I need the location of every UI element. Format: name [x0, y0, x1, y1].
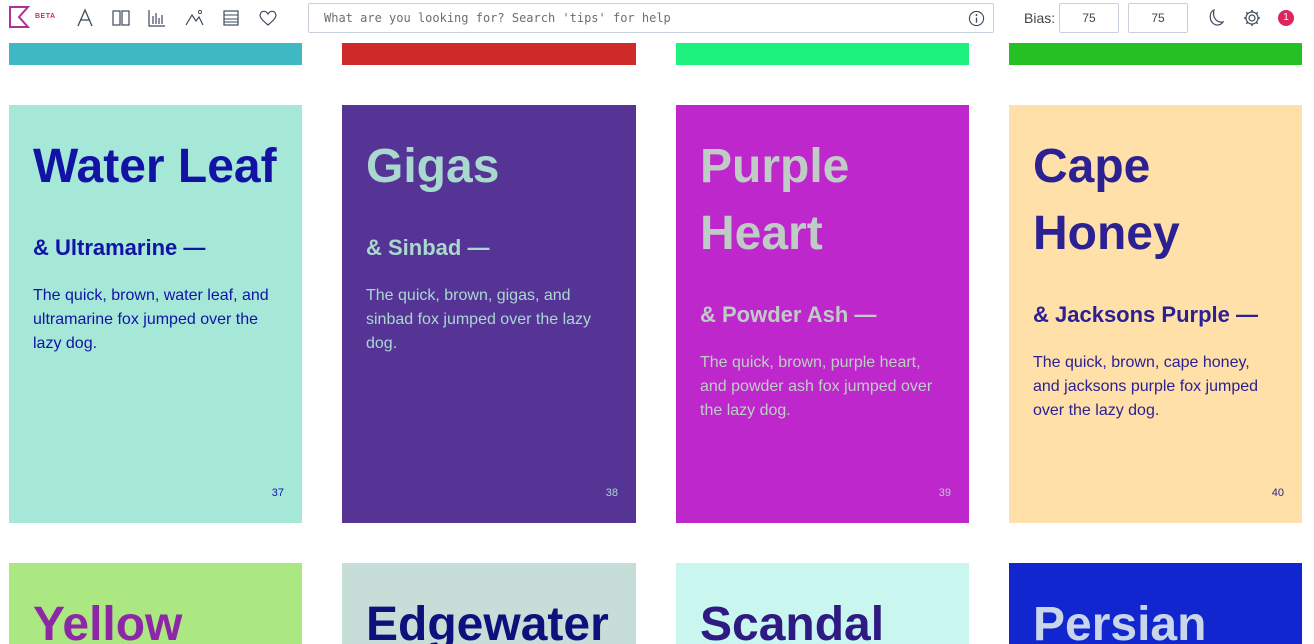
card-number: 39: [938, 487, 951, 499]
gear-icon[interactable]: [1242, 8, 1262, 28]
card-title: Scandal: [700, 598, 885, 644]
font-icon[interactable]: [74, 7, 96, 29]
card-body: The quick, brown, cape honey, and jackso…: [1033, 354, 1259, 419]
beta-badge: BETA: [35, 13, 56, 20]
palette-card[interactable]: Cape Honey & Jacksons Purple — The quick…: [1009, 105, 1302, 523]
card-title: Water Leaf: [33, 140, 277, 193]
moon-icon[interactable]: [1206, 8, 1226, 28]
palette-card[interactable]: Scandal: [676, 563, 969, 644]
card-title: Cape Honey: [1033, 140, 1180, 260]
info-icon[interactable]: [968, 10, 985, 27]
card-subtitle: & Sinbad —: [366, 235, 490, 260]
bias-input-2[interactable]: [1128, 3, 1188, 33]
top-toolbar: BETA Bias: 1: [0, 0, 1314, 36]
color-strip-1[interactable]: [9, 43, 302, 65]
color-strip-4[interactable]: [1009, 43, 1302, 65]
card-number: 37: [271, 487, 284, 499]
card-title: Purple Heart: [700, 140, 850, 260]
logo-icon[interactable]: [8, 6, 31, 28]
bias-label: Bias:: [1024, 10, 1056, 26]
card-title: Yellow: [33, 598, 183, 644]
image-icon[interactable]: [183, 7, 205, 29]
card-title: Persian: [1033, 598, 1207, 644]
columns-icon[interactable]: [110, 7, 132, 29]
palette-card[interactable]: Purple Heart & Powder Ash — The quick, b…: [676, 105, 969, 523]
card-body: The quick, brown, gigas, and sinbad fox …: [366, 287, 592, 352]
palette-card[interactable]: Persian: [1009, 563, 1302, 644]
palette-card[interactable]: Yellow: [9, 563, 302, 644]
chart-icon[interactable]: [146, 7, 168, 29]
palette-card[interactable]: Water Leaf & Ultramarine — The quick, br…: [9, 105, 302, 523]
palette-card[interactable]: Gigas & Sinbad — The quick, brown, gigas…: [342, 105, 636, 523]
bias-input-1[interactable]: [1059, 3, 1119, 33]
card-title: Edgewater: [366, 598, 609, 644]
card-number: 38: [605, 487, 618, 499]
card-title: Gigas: [366, 140, 500, 193]
color-strip-3[interactable]: [676, 43, 969, 65]
card-body: The quick, brown, purple heart, and powd…: [700, 354, 933, 419]
card-body: The quick, brown, water leaf, and ultram…: [33, 287, 269, 352]
search-input[interactable]: [309, 4, 949, 32]
search-box: [308, 3, 994, 33]
card-subtitle: & Powder Ash —: [700, 302, 877, 327]
list-icon[interactable]: [220, 7, 242, 29]
color-strip-2[interactable]: [342, 43, 636, 65]
notification-badge[interactable]: 1: [1278, 10, 1294, 26]
card-subtitle: & Jacksons Purple —: [1033, 302, 1258, 327]
palette-card[interactable]: Edgewater: [342, 563, 636, 644]
card-number: 40: [1271, 487, 1284, 499]
card-subtitle: & Ultramarine —: [33, 235, 206, 260]
heart-icon[interactable]: [257, 7, 279, 29]
